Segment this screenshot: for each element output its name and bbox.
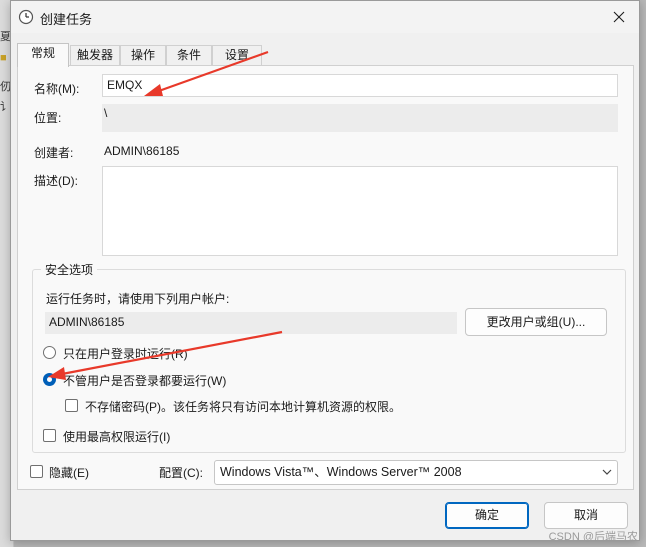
radio-logged-on-only-label[interactable]: 只在用户登录时运行(R) — [63, 345, 188, 362]
location-label: 位置: — [34, 111, 62, 125]
create-task-dialog: 创建任务 常规 触发器 操作 条件 设置 名称(M): EMQX 位置: \ 创… — [10, 0, 640, 541]
checkbox-hidden-label[interactable]: 隐藏(E) — [49, 464, 89, 481]
watermark: CSDN @后端马农 — [548, 531, 638, 543]
close-button[interactable] — [599, 1, 639, 33]
security-options-group: 安全选项 运行任务时，请使用下列用户帐户: ADMIN\86185 更改用户或组… — [32, 261, 626, 453]
radio-whether-logged-on-label[interactable]: 不管用户是否登录都要运行(W) — [63, 372, 226, 389]
security-options-title: 安全选项 — [41, 261, 98, 278]
author-label: 创建者: — [34, 146, 74, 160]
radio-logged-on-only[interactable] — [43, 346, 56, 359]
tab-conditions[interactable]: 条件 — [166, 45, 212, 66]
checkbox-highest-privileges[interactable] — [43, 429, 56, 442]
run-as-user-field: ADMIN\86185 — [45, 312, 457, 334]
location-field: \ — [102, 104, 618, 132]
name-input[interactable]: EMQX — [102, 74, 618, 97]
config-label: 配置(C): — [159, 466, 203, 480]
description-input[interactable] — [102, 166, 618, 256]
chevron-down-icon — [602, 469, 612, 475]
change-user-button[interactable]: 更改用户或组(U)... — [465, 308, 607, 336]
title-bar[interactable]: 创建任务 — [11, 1, 639, 33]
close-icon — [613, 11, 625, 23]
checkbox-no-store-password-label[interactable]: 不存储密码(P)。该任务将只有访问本地计算机资源的权限。 — [85, 398, 401, 415]
name-label: 名称(M): — [34, 82, 80, 96]
tab-settings[interactable]: 设置 — [212, 45, 262, 66]
radio-whether-logged-on[interactable] — [43, 373, 56, 386]
tab-triggers[interactable]: 触发器 — [70, 45, 120, 66]
general-tab-panel: 名称(M): EMQX 位置: \ 创建者: ADMIN\86185 描述(D)… — [17, 65, 634, 490]
run-as-prompt: 运行任务时，请使用下列用户帐户: — [46, 292, 230, 306]
author-value: ADMIN\86185 — [104, 144, 180, 158]
tab-actions[interactable]: 操作 — [120, 45, 166, 66]
checkbox-no-store-password[interactable] — [65, 399, 78, 412]
config-select[interactable]: Windows Vista™、Windows Server™ 2008 — [214, 460, 618, 485]
ok-button[interactable]: 确定 — [445, 502, 529, 529]
cancel-button[interactable]: 取消 — [544, 502, 628, 529]
description-label: 描述(D): — [34, 174, 78, 188]
checkbox-hidden[interactable] — [30, 465, 43, 478]
checkbox-highest-privileges-label[interactable]: 使用最高权限运行(I) — [63, 428, 170, 445]
config-select-value: Windows Vista™、Windows Server™ 2008 — [220, 465, 462, 479]
window-title: 创建任务 — [40, 12, 93, 27]
clock-icon — [18, 9, 34, 25]
tab-general[interactable]: 常规 — [17, 43, 69, 67]
